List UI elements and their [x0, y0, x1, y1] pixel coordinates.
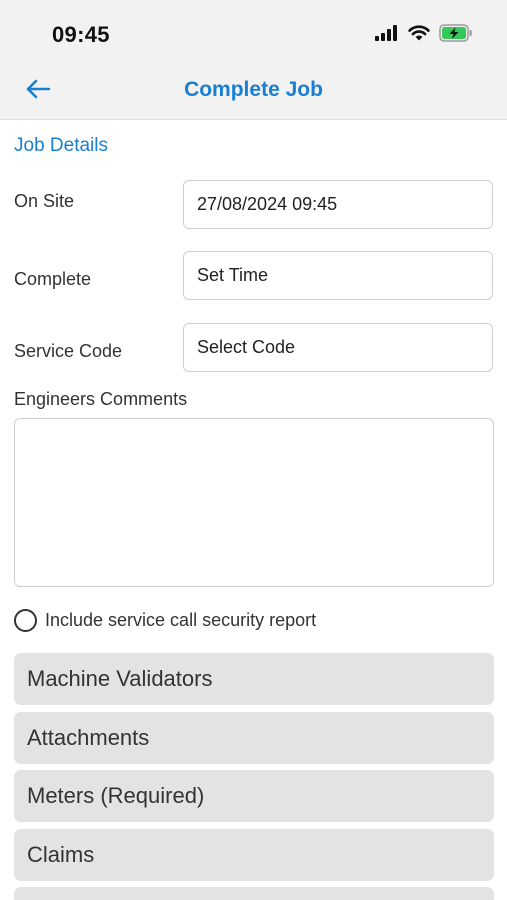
navbar: Complete Job — [0, 62, 507, 120]
section-claims[interactable]: Claims — [14, 829, 494, 881]
status-icons — [375, 23, 473, 47]
section-meters[interactable]: Meters (Required) — [14, 770, 494, 822]
security-report-label: Include service call security report — [45, 609, 317, 630]
complete-label: Complete — [14, 269, 92, 289]
section-label: Attachments — [27, 725, 150, 750]
page-title: Complete Job — [184, 78, 323, 101]
comments-label: Engineers Comments — [14, 389, 188, 409]
section-machine-validators[interactable]: Machine Validators — [14, 653, 494, 705]
radio-circle-icon[interactable] — [14, 608, 37, 632]
section-label: Machine Validators — [27, 666, 213, 691]
complete-placeholder: Set Time — [197, 265, 269, 285]
on-site-value: 27/08/2024 09:45 — [197, 194, 338, 214]
service-code-field[interactable]: Select Code — [183, 323, 493, 372]
screen: 09:45 Complete Job Job Details On Site 2… — [0, 0, 507, 900]
security-report-toggle[interactable]: Include service call security report — [14, 607, 316, 633]
status-bar: 09:45 — [0, 0, 507, 62]
on-site-label: On Site — [14, 191, 75, 211]
section-label: Claims — [27, 842, 95, 867]
comments-textarea[interactable] — [14, 418, 494, 587]
complete-field[interactable]: Set Time — [183, 251, 493, 300]
section-next[interactable] — [14, 887, 494, 900]
service-code-label: Service Code — [14, 341, 123, 361]
service-code-placeholder: Select Code — [197, 337, 296, 357]
section-label: Meters (Required) — [27, 783, 205, 808]
section-attachments[interactable]: Attachments — [14, 712, 494, 764]
on-site-field[interactable]: 27/08/2024 09:45 — [183, 180, 493, 229]
signal-icon — [375, 24, 399, 46]
battery-charging-icon — [439, 23, 473, 47]
job-details-link[interactable]: Job Details — [14, 135, 108, 157]
status-time: 09:45 — [52, 22, 110, 47]
wifi-icon — [408, 24, 430, 46]
